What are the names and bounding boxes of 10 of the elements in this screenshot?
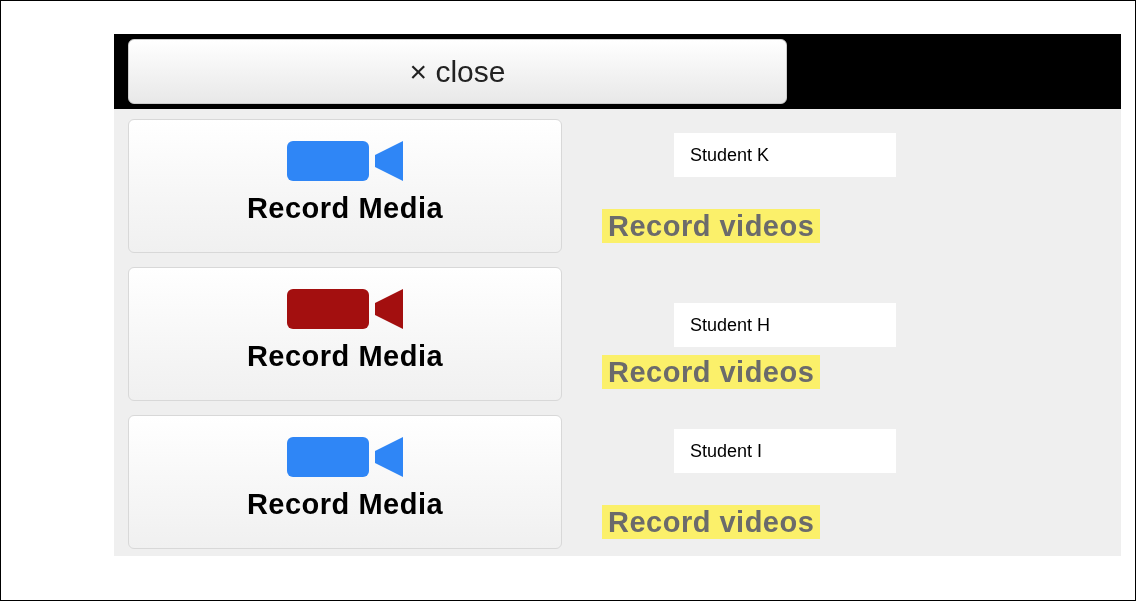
record-videos-link[interactable]: Record videos (602, 209, 821, 243)
record-media-button[interactable]: Record Media (128, 415, 562, 549)
record-videos-link[interactable]: Record videos (602, 355, 821, 389)
record-media-button[interactable]: Record Media (128, 119, 562, 253)
student-name-field[interactable]: Student H (674, 303, 896, 347)
close-button[interactable]: × close (128, 39, 787, 104)
record-videos-link[interactable]: Record videos (602, 505, 821, 539)
student-name-field[interactable]: Student I (674, 429, 896, 473)
student-name-field[interactable]: Student K (674, 133, 896, 177)
record-media-button[interactable]: Record Media (128, 267, 562, 401)
